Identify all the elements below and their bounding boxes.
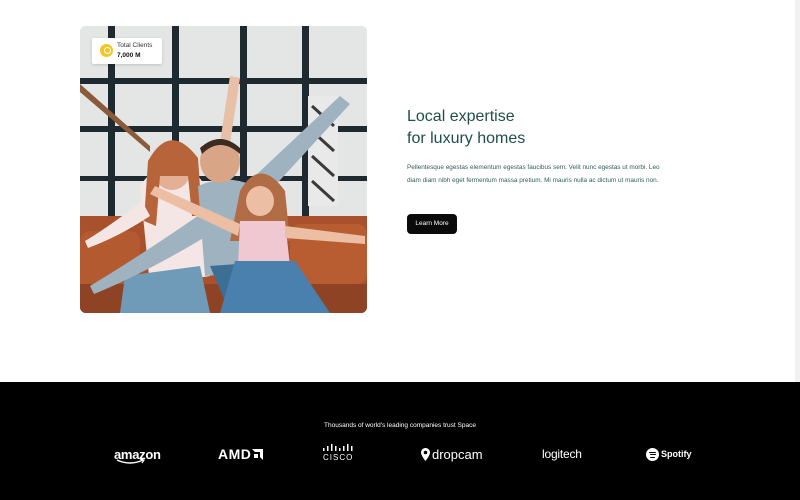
dropcam-logo: dropcam	[421, 444, 483, 464]
total-clients-card: Total Clients 7,000 M	[92, 38, 162, 64]
logitech-logo: logitech	[542, 444, 582, 464]
family-on-sofa-image	[80, 26, 367, 313]
stat-label: Total Clients	[117, 42, 153, 49]
amd-arrow-icon	[252, 448, 264, 460]
trust-text: Thousands of world's leading companies t…	[324, 422, 476, 429]
dropcam-pin-icon	[421, 447, 430, 461]
logitech-logo-text: logitech	[542, 447, 582, 461]
stat-value: 7,000 M	[117, 52, 141, 59]
spotify-logo-text: Spotify	[661, 449, 692, 459]
hero-description: Pellentesque egestas elementum egestas f…	[407, 164, 660, 184]
headline-line-2: for luxury homes	[407, 130, 526, 147]
amd-logo-text: AMD	[218, 446, 252, 462]
amazon-smile-icon	[116, 459, 145, 464]
amazon-logo: amazon	[114, 444, 161, 464]
trusted-by-footer: Thousands of world's leading companies t…	[0, 382, 800, 500]
headline-line-1: Local expertise	[407, 108, 515, 125]
spotify-logo: Spotify	[646, 444, 692, 464]
cisco-bars-icon	[323, 444, 353, 451]
dropcam-logo-text: dropcam	[432, 446, 483, 462]
scrollbar-track[interactable]	[795, 0, 800, 382]
amd-logo: AMD	[218, 444, 264, 464]
learn-more-button[interactable]: Learn More	[407, 214, 457, 234]
hero-section: Total Clients 7,000 M Local expertise fo…	[0, 0, 800, 382]
spotify-icon	[646, 447, 659, 461]
cisco-logo: CISCO	[323, 444, 353, 464]
family-photo	[80, 26, 367, 313]
cisco-logo-text: CISCO	[323, 453, 354, 462]
page-title: Local expertise for luxury homes	[407, 106, 667, 150]
clients-icon	[100, 44, 113, 57]
